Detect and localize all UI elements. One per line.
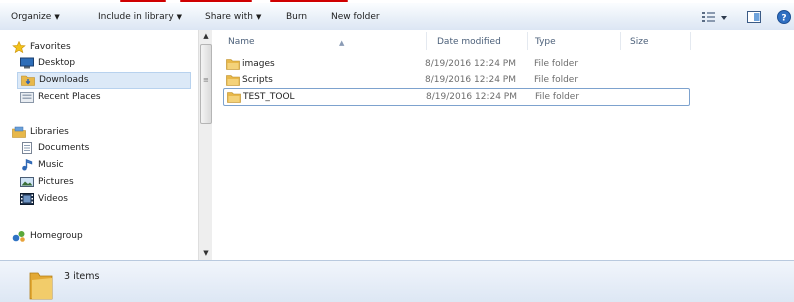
file-list: Name ▲ Date modified Type Size images 8/… [212, 30, 794, 260]
star-icon [12, 41, 26, 53]
navigation-pane: Favorites Desktop Downloads Recent Place… [0, 30, 198, 260]
nav-downloads[interactable]: Downloads [17, 72, 191, 89]
column-divider[interactable] [527, 32, 528, 50]
nav-desktop-label: Desktop [38, 58, 76, 68]
share-with-label: Share with [205, 12, 253, 22]
nav-recent-places[interactable]: Recent Places [20, 89, 170, 105]
folder-icon [227, 92, 241, 103]
nav-favorites[interactable]: Favorites [12, 39, 162, 55]
new-folder-label: New folder [331, 12, 380, 22]
nav-scrollbar[interactable]: ▲ ≡ ▼ [198, 30, 213, 260]
help-icon: ? [777, 10, 791, 24]
nav-documents[interactable]: Documents [20, 140, 170, 156]
help-button[interactable]: ? [776, 8, 792, 25]
nav-homegroup[interactable]: Homegroup [12, 228, 162, 244]
scroll-thumb[interactable]: ≡ [200, 44, 212, 124]
file-row-test-tool[interactable]: TEST_TOOL 8/19/2016 12:24 PM File folder [223, 88, 690, 106]
chevron-down-icon: ▼ [176, 13, 183, 21]
folder-icon [29, 272, 53, 300]
folder-icon [226, 75, 240, 86]
nav-videos[interactable]: Videos [20, 191, 170, 207]
grip-icon: ≡ [203, 76, 209, 84]
include-in-library-label: Include in library [98, 12, 174, 22]
scroll-up-icon[interactable]: ▲ [199, 30, 213, 44]
library-icon [12, 126, 26, 138]
nav-pictures-label: Pictures [38, 177, 74, 187]
column-header-type[interactable]: Type [535, 34, 615, 50]
annotation-mark [180, 0, 252, 2]
sort-ascending-icon: ▲ [339, 39, 345, 47]
homegroup-icon [12, 231, 25, 242]
nav-favorites-label: Favorites [30, 42, 71, 52]
details-pane: 3 items [0, 260, 794, 302]
nav-homegroup-label: Homegroup [30, 231, 83, 241]
annotation-mark [120, 0, 166, 2]
file-type: File folder [534, 75, 579, 85]
column-divider[interactable] [690, 32, 691, 50]
nav-recent-places-label: Recent Places [38, 92, 101, 102]
file-name: TEST_TOOL [243, 92, 295, 102]
folder-icon [226, 59, 240, 70]
music-note-icon [22, 159, 33, 171]
preview-pane-icon [747, 11, 761, 23]
item-count: 3 items [64, 271, 100, 282]
view-options-button[interactable] [700, 8, 730, 25]
nav-documents-label: Documents [38, 143, 90, 153]
desktop-icon [20, 57, 34, 69]
nav-music[interactable]: Music [20, 157, 170, 173]
nav-libraries-label: Libraries [30, 127, 69, 137]
nav-videos-label: Videos [38, 194, 68, 204]
column-header-date-label: Date modified [437, 37, 501, 47]
organize-button[interactable]: Organize ▼ [11, 10, 60, 24]
file-date: 8/19/2016 12:24 PM [425, 75, 516, 85]
document-icon [22, 142, 32, 154]
burn-button[interactable]: Burn [286, 10, 307, 24]
preview-pane-button[interactable] [746, 8, 762, 25]
column-header-date-modified[interactable]: Date modified [437, 34, 532, 50]
view-options-icon [702, 12, 727, 22]
nav-desktop[interactable]: Desktop [20, 55, 170, 71]
nav-music-label: Music [38, 160, 64, 170]
command-bar: Organize ▼ Include in library ▼ Share with… [0, 3, 794, 31]
downloads-folder-icon [21, 75, 35, 86]
burn-label: Burn [286, 12, 308, 22]
file-row-images[interactable]: images 8/19/2016 12:24 PM File folder [223, 56, 688, 72]
svg-text:?: ? [781, 14, 786, 24]
column-header-name[interactable]: Name ▲ [228, 34, 428, 50]
file-type: File folder [534, 59, 579, 69]
recent-places-icon [20, 92, 34, 103]
column-header-name-label: Name [228, 37, 255, 47]
chevron-down-icon: ▼ [54, 13, 60, 21]
nav-pictures[interactable]: Pictures [20, 174, 170, 190]
chevron-down-icon: ▼ [255, 13, 262, 21]
file-type: File folder [535, 92, 580, 102]
include-in-library-button[interactable]: Include in library ▼ [98, 10, 182, 24]
nav-libraries[interactable]: Libraries [12, 124, 162, 140]
column-header-size-label: Size [630, 37, 649, 47]
column-divider[interactable] [426, 32, 427, 50]
annotation-mark [270, 0, 348, 2]
column-header-type-label: Type [535, 37, 556, 47]
file-row-scripts[interactable]: Scripts 8/19/2016 12:24 PM File folder [223, 72, 688, 88]
nav-downloads-label: Downloads [39, 75, 89, 85]
pictures-icon [20, 177, 34, 187]
column-divider[interactable] [620, 32, 621, 50]
file-date: 8/19/2016 12:24 PM [426, 92, 517, 102]
file-name: images [242, 59, 275, 69]
file-date: 8/19/2016 12:24 PM [425, 59, 516, 69]
scroll-down-icon[interactable]: ▼ [199, 246, 213, 260]
video-icon [20, 193, 34, 205]
organize-label: Organize [11, 12, 52, 22]
file-name: Scripts [242, 75, 273, 85]
share-with-button[interactable]: Share with ▼ [205, 10, 261, 24]
column-header-size[interactable]: Size [630, 34, 690, 50]
new-folder-button[interactable]: New folder [331, 10, 380, 24]
